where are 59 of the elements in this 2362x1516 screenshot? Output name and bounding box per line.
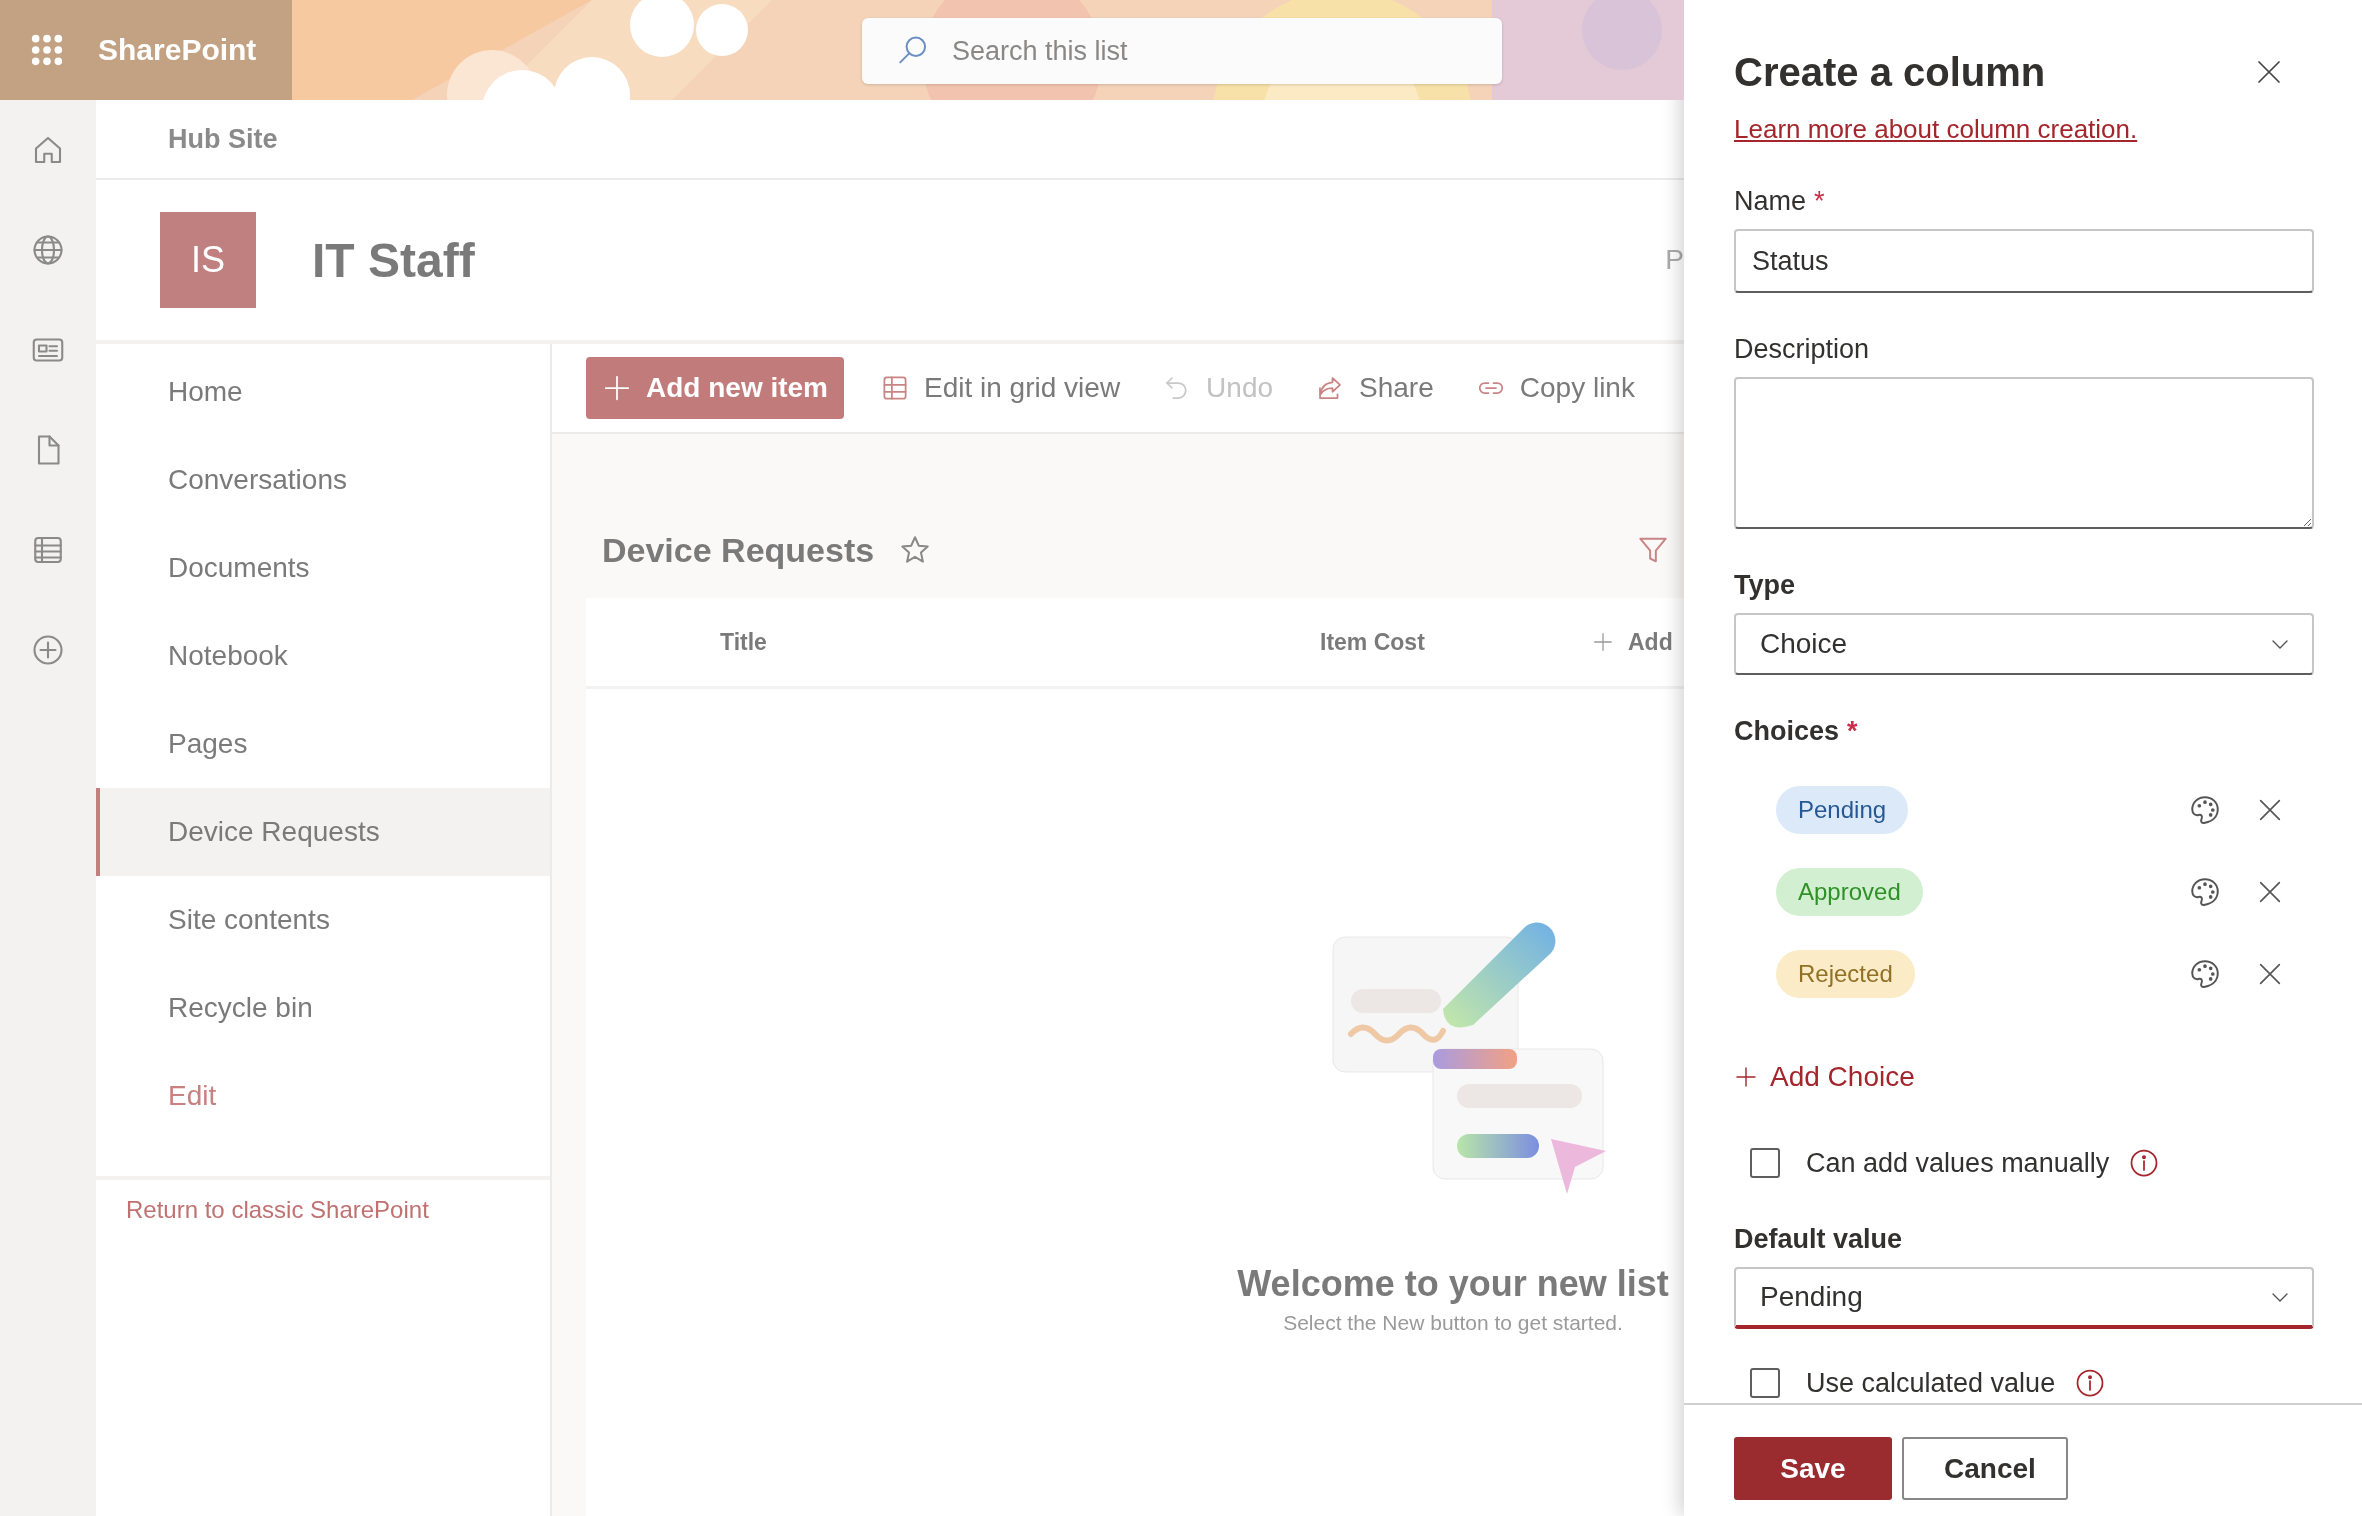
choice-tag[interactable]: Rejected [1776,950,1915,998]
description-field[interactable] [1734,377,2314,529]
nav-link[interactable]: Home [96,348,550,436]
field-label: Type [1734,569,1795,602]
empty-state-hint: Select the New button to get started. [1283,1311,1623,1335]
nav-link[interactable]: Documents [96,524,550,612]
classic-sharepoint-link[interactable]: Return to classic SharePoint [126,1196,429,1223]
learn-more-link[interactable]: Learn more about column creation. [1734,114,2138,145]
field-label: Choices [1734,715,1840,748]
cancel-button[interactable]: Cancel [1902,1437,2068,1500]
nav-link[interactable]: Pages [96,700,550,788]
toolbar-button[interactable]: Edit in grid view [874,371,1127,405]
plus-icon [602,373,632,403]
field-label: Description [1734,333,1870,366]
search-field[interactable]: Search this list [862,18,1502,84]
palette-icon [2188,957,2222,991]
plus-icon [1734,1065,1758,1089]
palette-icon [2188,875,2222,909]
checkbox-label[interactable]: Can add values manually [1806,1147,2110,1179]
dropdown[interactable]: Pending [1734,1267,2314,1329]
nav-link[interactable]: Recycle bin [96,964,550,1052]
toolbar-button[interactable]: Share [1309,371,1440,405]
list-title: Device Requests [602,530,875,570]
nav-link[interactable]: Notebook [96,612,550,700]
site-logo: IS [160,212,256,308]
empty-state-heading: Welcome to your new list [1237,1263,1669,1305]
toolbar-button[interactable]: Add new item [586,357,844,419]
nav-link[interactable]: Site contents [96,876,550,964]
nav-link[interactable]: Conversations [96,436,550,524]
required-asterisk: * [1847,715,1858,748]
dropdown[interactable]: Choice [1734,613,2314,675]
add-choice-button[interactable]: Add Choice [1734,1057,1915,1097]
checkbox-label[interactable]: Use calculated value [1806,1367,2056,1399]
waffle-icon [30,33,64,67]
field-label: Default value [1734,1223,1903,1256]
field-label: Name [1734,185,1807,218]
required-asterisk: * [1814,185,1825,218]
nav-link[interactable]: Device Requests [96,788,550,876]
choice-tag[interactable]: Pending [1776,786,1909,834]
column-header[interactable]: Item Cost [1320,628,1592,656]
checkbox[interactable] [1750,1148,1780,1178]
color-picker-button[interactable] [2188,793,2222,827]
nav-link[interactable]: Edit [96,1052,550,1140]
add-column-button[interactable]: Add [1592,628,1673,656]
panel-title: Create a column [1734,49,2046,95]
site-title[interactable]: IT Staff [312,232,1666,288]
toolbar-button[interactable]: Copy link [1469,371,1641,405]
color-picker-button[interactable] [2188,957,2222,991]
save-button[interactable]: Save [1734,1437,1892,1500]
palette-icon [2188,793,2222,827]
color-picker-button[interactable] [2188,875,2222,909]
cut-off-text: P [1665,244,1684,276]
app-name[interactable]: SharePoint [98,33,257,67]
plus-icon [1592,631,1614,653]
choice-tag[interactable]: Approved [1776,868,1923,916]
hub-site-link[interactable]: Hub Site [168,123,278,155]
checkbox[interactable] [1750,1368,1780,1398]
name-field[interactable]: Status [1734,229,2314,293]
column-header[interactable]: Title [720,628,1320,656]
